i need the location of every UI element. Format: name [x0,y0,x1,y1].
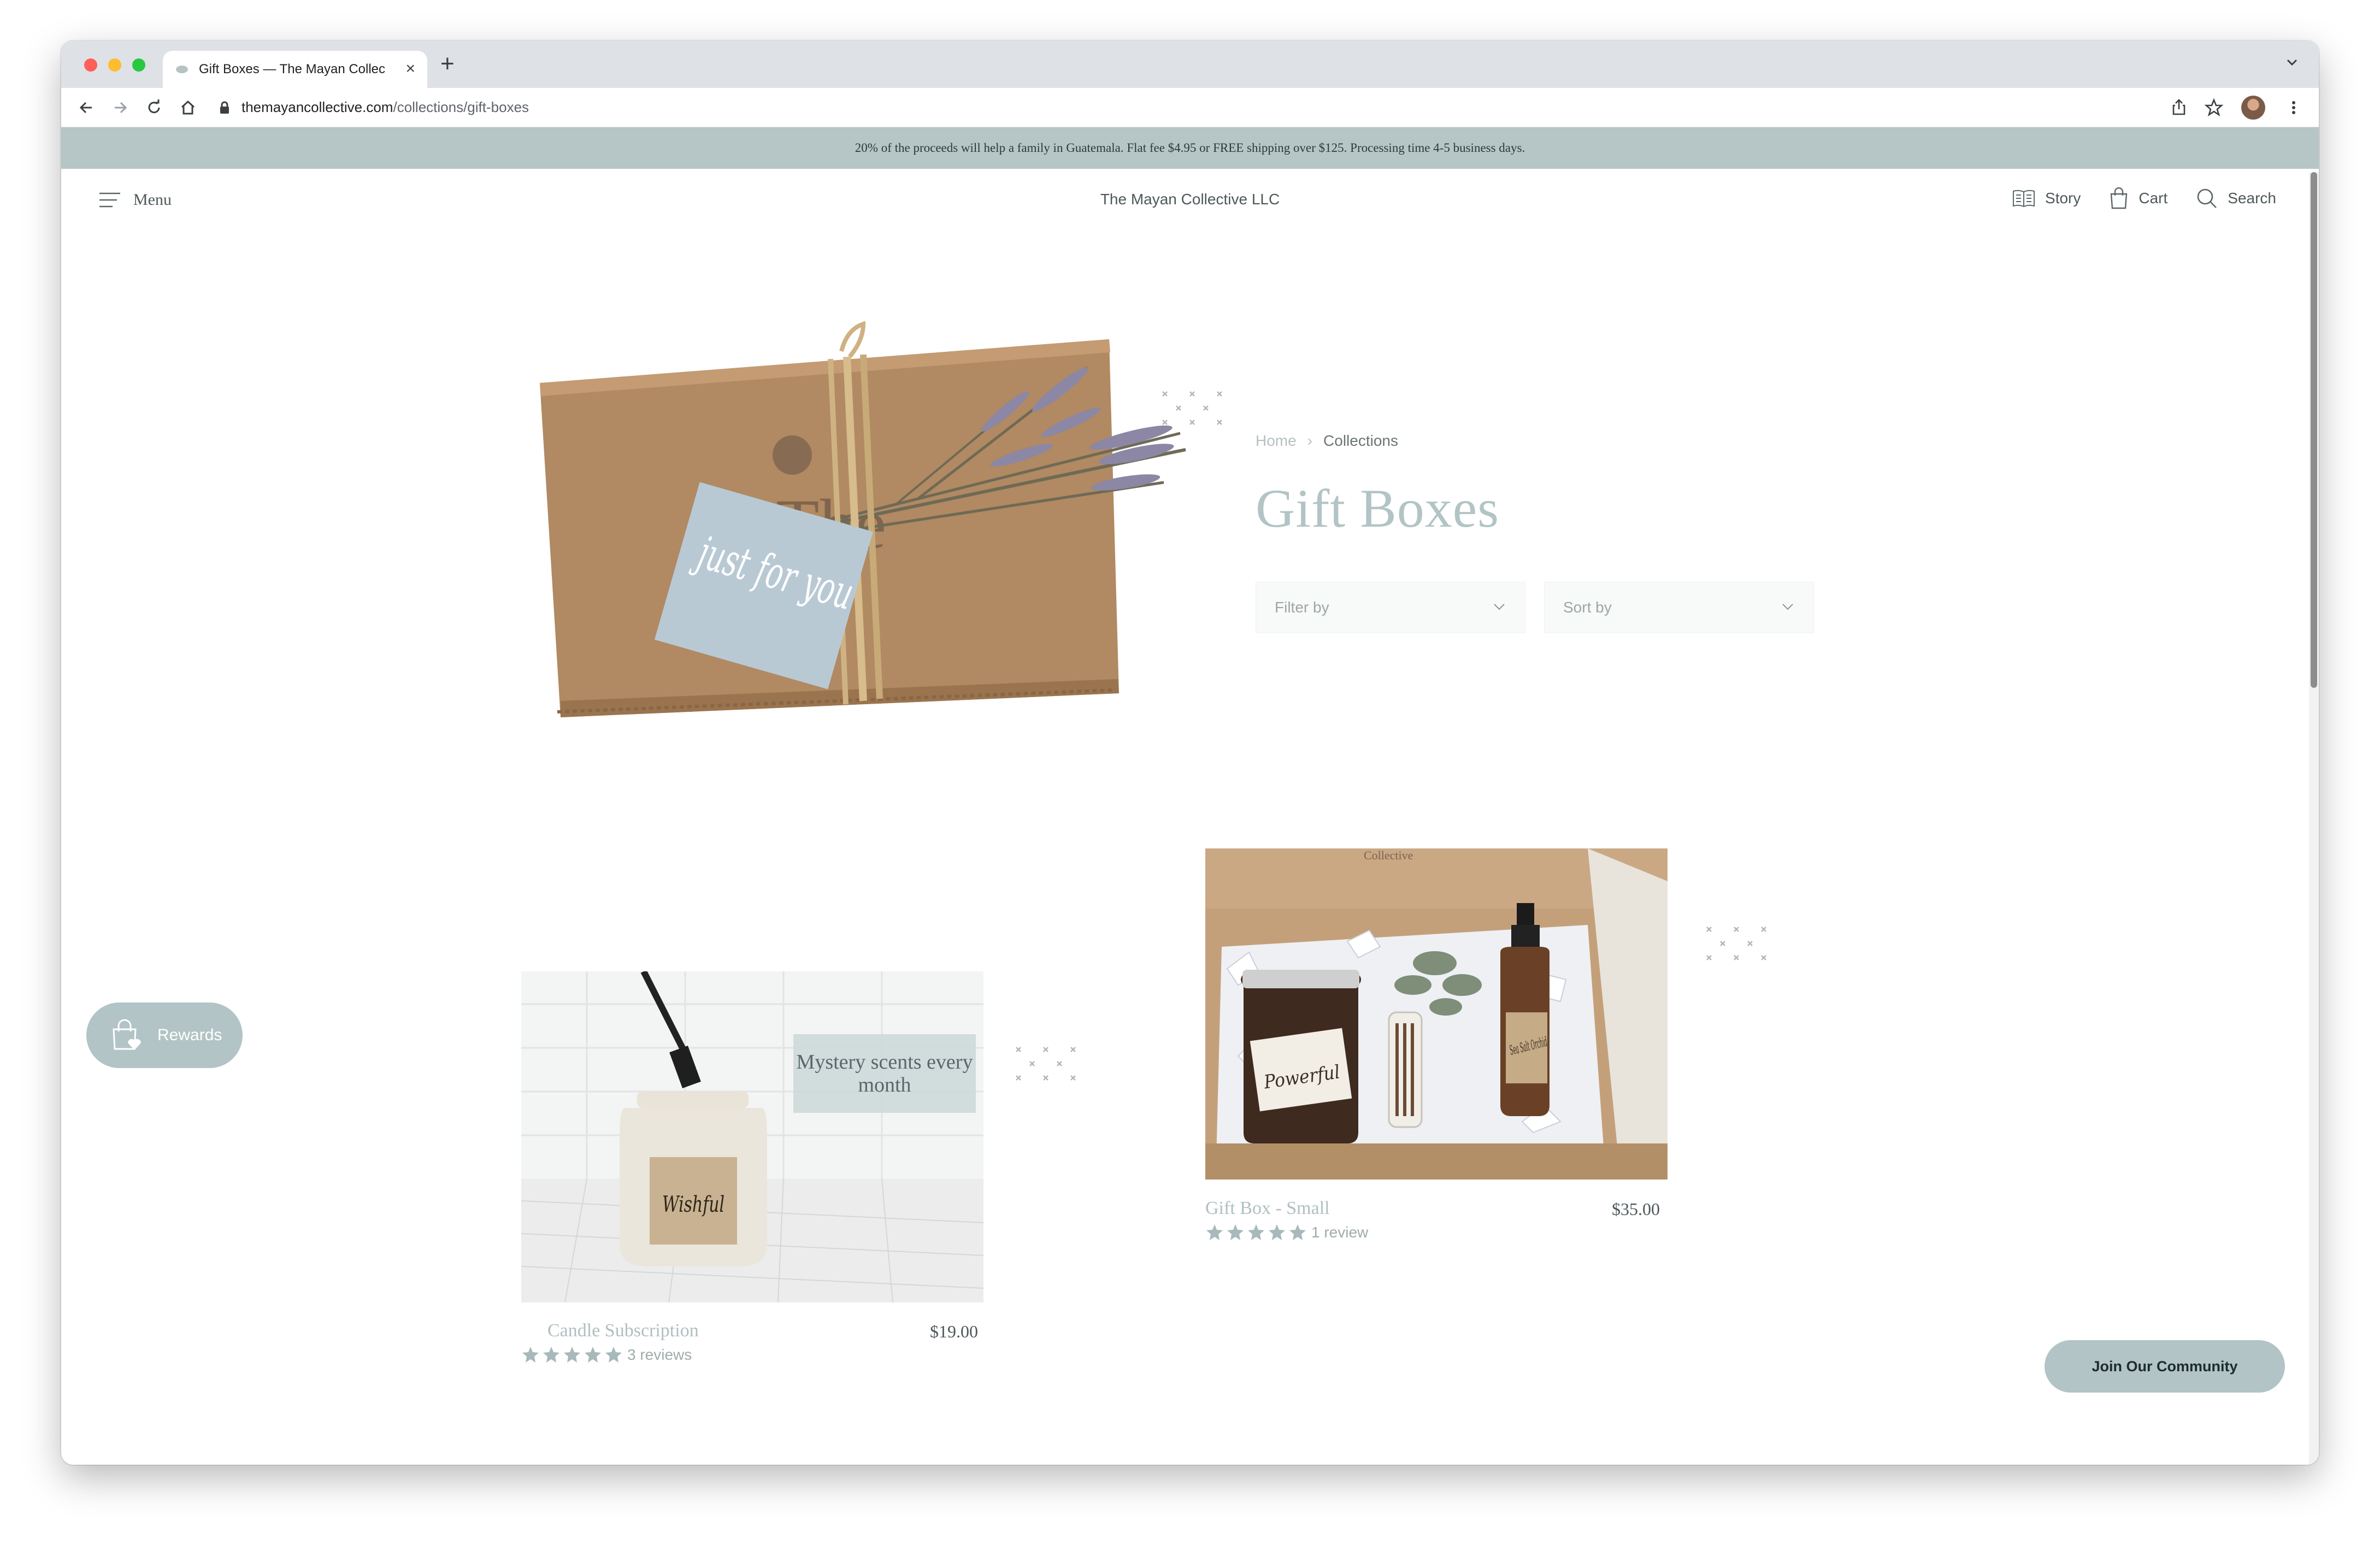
browser-toolbar: themayancollective.com/collections/gift-… [61,88,2319,127]
browser-window: Gift Boxes — The Mayan Collec × + themay… [61,41,2319,1465]
star-icon [1289,1224,1306,1240]
breadcrumb: Home › Collections [1256,432,1398,450]
breadcrumb-separator-icon: › [1307,432,1313,449]
breadcrumb-current[interactable]: Collections [1323,432,1398,450]
product-image-gift-box-small[interactable]: Collective Powerful Sea Salt Orchid [1205,848,1668,1180]
scrollbar-thumb[interactable] [2311,172,2317,688]
sort-label: Sort by [1563,599,1612,616]
mystery-scents-overlay: Mystery scents every month [793,1034,976,1113]
tab-strip: Gift Boxes — The Mayan Collec × + [61,41,2319,88]
page-scrollbar[interactable] [2309,172,2319,1465]
new-tab-icon[interactable]: + [440,52,455,76]
product-name[interactable]: Gift Box - Small [1205,1198,1330,1219]
candle-photo: Wishful [521,971,983,1302]
url-path: /collections/gift-boxes [393,99,529,115]
star-icon [1206,1224,1223,1240]
window-controls [84,58,145,72]
browser-menu-icon[interactable] [2284,98,2304,117]
star-icon [522,1347,539,1363]
menu-label: Menu [133,191,172,209]
lock-icon [220,101,229,114]
web-page: 20% of the proceeds will help a family i… [61,127,2319,1465]
story-label: Story [2045,190,2081,207]
browser-tab[interactable]: Gift Boxes — The Mayan Collec × [163,51,427,88]
cart-label: Cart [2139,190,2168,207]
page-title: Gift Boxes [1256,478,1500,539]
rewards-label: Rewards [157,1026,222,1044]
menu-button[interactable]: Menu [98,191,172,209]
x-pattern-decoration [1162,391,1222,425]
gift-box-photo: Collective Powerful Sea Salt Orchid [1205,848,1668,1180]
header-nav: Story Cart Search [2012,187,2276,209]
bookmark-star-icon[interactable] [2204,98,2224,117]
star-icon [1227,1224,1244,1240]
home-icon[interactable] [178,98,198,117]
x-pattern-decoration [1016,1047,1076,1081]
chevron-down-icon [1494,604,1505,610]
product-name[interactable]: Candle Subscription [547,1320,699,1341]
hamburger-icon [99,192,120,208]
candle-label-text: Wishful [662,1192,724,1217]
cart-link[interactable]: Cart [2109,187,2167,209]
story-link[interactable]: Story [2012,189,2081,208]
breadcrumb-home[interactable]: Home [1256,432,1297,450]
review-count: 3 reviews [627,1346,692,1363]
rewards-button[interactable]: Rewards [86,1003,243,1068]
rewards-bag-icon [113,1019,142,1050]
announcement-bar: 20% of the proceeds will help a family i… [61,127,2319,169]
product-price: $19.00 [930,1322,978,1341]
address-bar[interactable]: themayancollective.com/collections/gift-… [212,93,2234,122]
star-icon [564,1347,580,1363]
tab-search-chevron-icon[interactable] [2285,55,2299,69]
box-lid-text: Collective [1364,848,1413,862]
product-rating[interactable]: 1 review [1205,1223,1368,1242]
filter-dropdown[interactable]: Filter by [1256,582,1525,633]
join-community-button[interactable]: Join Our Community [2045,1340,2285,1393]
search-icon [2197,188,2217,208]
favicon-icon [176,66,188,73]
shopping-bag-icon [2111,187,2128,209]
search-label: Search [2228,190,2276,207]
chevron-down-icon [1782,604,1793,610]
star-icon [543,1347,559,1363]
reload-icon[interactable] [144,98,164,117]
book-icon [2013,190,2035,208]
x-pattern-decoration [1706,927,1766,960]
close-window-button[interactable] [84,58,97,72]
zoom-window-button[interactable] [132,58,145,72]
star-icon [585,1347,601,1363]
filter-label: Filter by [1275,599,1329,616]
profile-avatar[interactable] [2241,96,2265,120]
product-image-candle-subscription[interactable]: Wishful [521,971,983,1302]
review-count: 1 review [1311,1224,1369,1241]
url-host: themayancollective.com [241,99,393,115]
product-price: $35.00 [1612,1199,1660,1219]
store-name[interactable]: The Mayan Collective LLC [61,191,2319,208]
tab-close-icon[interactable]: × [405,60,415,78]
sort-dropdown[interactable]: Sort by [1544,582,1814,633]
star-icon [1248,1224,1264,1240]
star-icon [605,1347,622,1363]
tab-title: Gift Boxes — The Mayan Collec [199,62,386,76]
back-arrow-icon[interactable] [76,98,96,117]
star-icon [1269,1224,1285,1240]
forward-arrow-icon[interactable] [110,98,130,117]
share-icon[interactable] [2169,98,2189,117]
url-text: themayancollective.com/collections/gift-… [241,99,529,116]
search-link[interactable]: Search [2196,187,2276,209]
minimize-window-button[interactable] [108,58,121,72]
product-rating[interactable]: 3 reviews [521,1346,692,1364]
hero-gift-box-image: The [540,321,1186,717]
